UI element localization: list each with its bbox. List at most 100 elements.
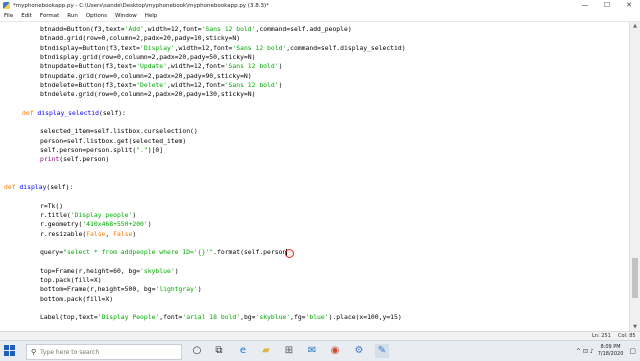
code-line: r.title('Display people') xyxy=(40,211,136,220)
notification-icon[interactable]: ▢ xyxy=(629,347,636,355)
code-token: ).place(x=100,y=15) xyxy=(328,313,402,322)
system-tray: ^ ⊡ ♪ 8:09 PM 7/18/2020 ▢ xyxy=(576,341,636,361)
menu-file[interactable]: File xyxy=(0,11,17,21)
code-token: ,command=self.add_people) xyxy=(255,25,352,33)
code-token: 'Update' xyxy=(136,62,167,71)
code-token: btndelete=Button(f3,text= xyxy=(40,80,137,89)
code-token: ,fg= xyxy=(290,313,306,322)
code-line: btnadd=Button(f3,text='Add',width=12,fon… xyxy=(40,25,352,34)
code-token: False xyxy=(86,229,106,238)
code-token: person=self.listbox.get(selected_item) xyxy=(40,136,187,145)
scroll-thumb[interactable] xyxy=(632,258,638,298)
code-token: 'Display People' xyxy=(97,313,160,322)
code-token: btndisplay.grid(row=0,column=2,padx=20,p… xyxy=(40,52,256,61)
code-line: bottom.pack(fill=X) xyxy=(40,295,113,304)
menu-run[interactable]: Run xyxy=(63,11,82,21)
code-token: 'lightgray' xyxy=(155,285,198,294)
code-line: r.geometry('410x468+550+200') xyxy=(40,220,152,229)
windows-start-icon[interactable] xyxy=(4,345,16,357)
code-token: )[0] xyxy=(147,145,164,154)
code-line: def display_selectid(self): xyxy=(22,109,126,118)
code-token: 'Display people' xyxy=(70,211,133,219)
search-input[interactable] xyxy=(40,346,171,358)
search-icon: ⚲ xyxy=(31,348,37,356)
code-token: btndisplay=Button(f3,text= xyxy=(40,43,141,52)
code-line: btndisplay=Button(f3,text='Display',widt… xyxy=(40,44,406,53)
code-line: query="select * from addpeople where ID=… xyxy=(40,248,288,257)
code-line: Label(top,text='Display People',font='ar… xyxy=(40,313,402,322)
code-token: ,bg= xyxy=(240,313,256,322)
code-token: top.pack(fill=X) xyxy=(40,276,102,285)
clock-time: 8:09 PM xyxy=(600,344,621,350)
taskbar: ⚲ ○ ⧉ e ▰ ⊞ ✉ ◉ ⚙ ✎ ^ ⊡ ♪ 8:09 PM 7/18/2… xyxy=(0,340,640,361)
scroll-up-icon[interactable]: ▲ xyxy=(630,22,640,30)
code-token: ) xyxy=(278,80,283,89)
code-token: def xyxy=(4,183,16,192)
code-line: btndelete.grid(row=0,column=2,padx=20,pa… xyxy=(40,90,255,99)
mouse-pointer-icon xyxy=(285,248,294,258)
code-line: def display(self): xyxy=(4,183,73,192)
code-line: person=self.listbox.get(selected_item) xyxy=(40,137,186,146)
code-token: 'Sans 12 bold' xyxy=(224,80,279,89)
code-line: print(self.person) xyxy=(40,155,109,164)
minimize-button[interactable]: — xyxy=(574,0,596,11)
code-token: ) xyxy=(174,266,179,275)
edge-icon[interactable]: e xyxy=(236,344,250,358)
task-view-icon[interactable]: ⧉ xyxy=(212,344,226,358)
code-line: r=Tk() xyxy=(40,202,63,211)
code-token: 'skyblue' xyxy=(255,313,291,322)
file-explorer-icon[interactable]: ▰ xyxy=(259,344,273,358)
code-token: r.title( xyxy=(40,211,71,219)
code-token: ) xyxy=(278,62,283,71)
code-token: (self.person) xyxy=(59,155,110,164)
code-token: ,width=12,font= xyxy=(166,62,225,71)
code-token: btndelete.grid(row=0,column=2,padx=20,pa… xyxy=(40,90,256,99)
code-line: top=Frame(r,height=60, bg='skyblue') xyxy=(40,267,179,276)
window-title: *myphonebookapp.py - C:\Users\sande\Desk… xyxy=(13,2,269,9)
code-token: 'arial 18 bold' xyxy=(182,313,241,322)
code-token: 'Add' xyxy=(124,25,144,33)
code-token: (self): xyxy=(46,183,74,192)
code-token: ) xyxy=(197,285,202,294)
code-line: btnupdate.grid(row=0,column=2,padx=20,pa… xyxy=(40,72,252,81)
menu-edit[interactable]: Edit xyxy=(17,11,36,21)
code-token: "select * from addpeople where ID='{}'" xyxy=(63,248,214,257)
code-editor[interactable]: btnadd=Button(f3,text='Add' ,width=12,fon… xyxy=(0,22,630,331)
menu-bar: File Edit Format Run Options Window Help xyxy=(0,11,640,22)
code-token: btnadd=Button(f3,text= xyxy=(40,25,125,33)
code-token: display_selectid xyxy=(37,108,99,117)
scroll-down-icon[interactable]: ▼ xyxy=(630,323,640,331)
store-icon[interactable]: ⊞ xyxy=(282,344,296,358)
menu-window[interactable]: Window xyxy=(111,11,141,21)
close-button[interactable]: ✕ xyxy=(618,0,640,11)
code-token: def xyxy=(22,108,34,117)
python-icon xyxy=(3,2,10,9)
code-line: btndelete=Button(f3,text='Delete',width=… xyxy=(40,81,282,90)
code-line: top.pack(fill=X) xyxy=(40,276,102,285)
code-line: btndisplay.grid(row=0,column=2,padx=20,p… xyxy=(40,53,255,62)
taskbar-search[interactable]: ⚲ xyxy=(26,344,182,360)
code-token: 'blue' xyxy=(305,313,329,322)
vertical-scrollbar[interactable]: ▲ ▼ xyxy=(629,22,640,331)
code-line: btnadd.grid(row=0,column=2,padx=20,pady=… xyxy=(40,34,240,43)
menu-help[interactable]: Help xyxy=(141,11,162,21)
mail-icon[interactable]: ✉ xyxy=(305,344,319,358)
chrome-icon[interactable]: ◉ xyxy=(328,344,342,358)
code-token: ,width=12,font= xyxy=(174,43,233,52)
code-token: , xyxy=(105,229,114,238)
menu-options[interactable]: Options xyxy=(82,11,111,21)
code-token: 'Sans 12 bold' xyxy=(224,62,279,71)
idle-taskbar-icon[interactable]: ✎ xyxy=(375,344,389,358)
code-line: self.person=person.split(".")[0] xyxy=(40,146,163,155)
tray-icons[interactable]: ^ ⊡ ♪ xyxy=(576,348,594,355)
clock[interactable]: 8:09 PM 7/18/2020 xyxy=(598,344,624,358)
maximize-button[interactable]: ☐ xyxy=(596,0,618,11)
cortana-icon[interactable]: ○ xyxy=(190,344,204,358)
menu-format[interactable]: Format xyxy=(36,11,63,21)
code-token: '410x468+550+200' xyxy=(82,220,148,229)
code-token: print xyxy=(40,155,60,164)
code-token: bottom.pack(fill=X) xyxy=(40,294,114,303)
python-taskbar-icon[interactable]: ⚙ xyxy=(352,344,366,358)
clock-date: 7/18/2020 xyxy=(597,351,624,357)
code-token: r=Tk() xyxy=(40,201,64,210)
